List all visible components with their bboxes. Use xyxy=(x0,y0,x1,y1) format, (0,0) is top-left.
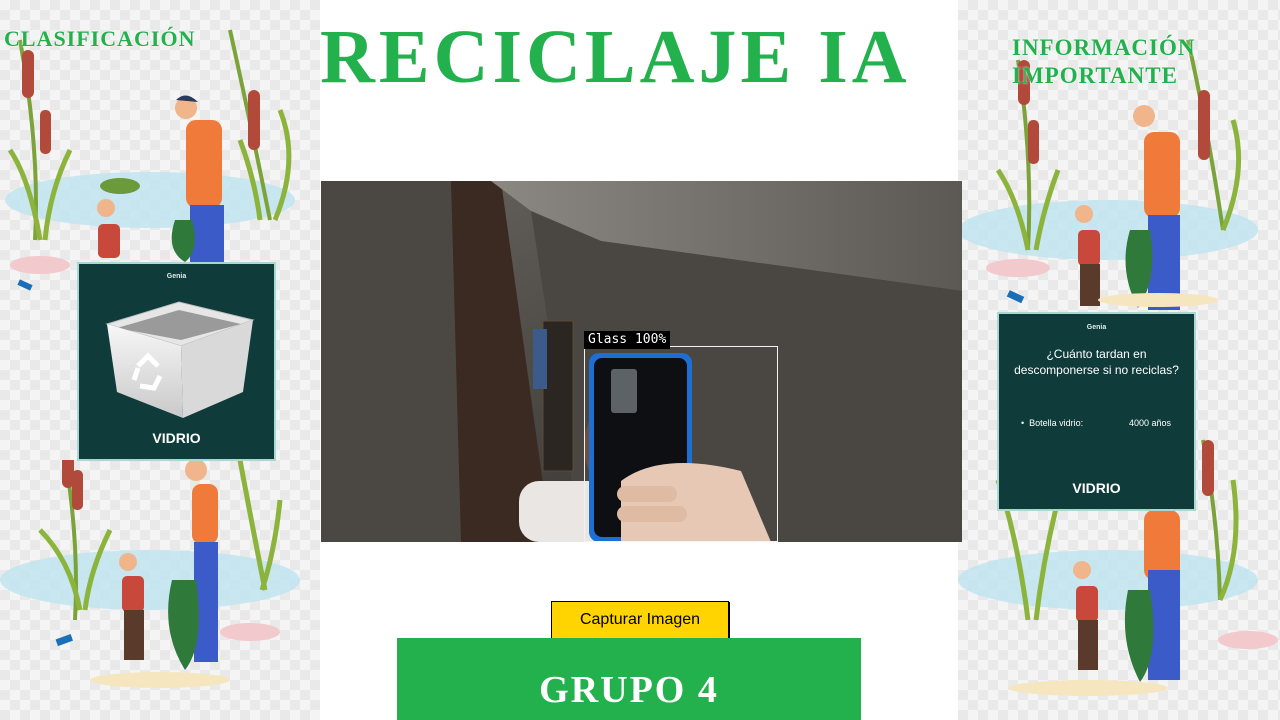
info-card: Genia ¿Cuánto tardan en descomponerse si… xyxy=(997,312,1196,511)
bottle-label: Botella vidrio: xyxy=(1029,418,1084,428)
group-label: GRUPO 4 xyxy=(539,669,719,711)
detection-label: Glass 100% xyxy=(584,331,671,349)
detection-class: Glass xyxy=(588,332,628,347)
group-banner: GRUPO 4 xyxy=(397,638,861,720)
important-info-heading: INFORMACIÓN IMPORTANTE xyxy=(1012,34,1196,90)
recycling-illustration-bottom xyxy=(0,460,300,688)
decomposition-question: ¿Cuánto tardan en descomponerse si no re… xyxy=(1014,347,1179,377)
classification-heading: CLASIFICACIÓN xyxy=(4,26,196,51)
detection-bounding-box xyxy=(584,346,778,542)
recycle-bin-icon xyxy=(105,301,255,418)
capture-image-button[interactable]: Capturar Imagen xyxy=(551,601,729,639)
brand-logo: Genia xyxy=(1086,324,1107,331)
detection-confidence: 100% xyxy=(634,332,667,347)
brand-logo: Genia xyxy=(166,273,187,280)
classification-card: Genia VIDRIO xyxy=(77,262,276,461)
important-info-heading-line1: INFORMACIÓN xyxy=(1012,35,1196,60)
important-info-heading-line2: IMPORTANTE xyxy=(1012,63,1178,88)
info-item-label: • Botella vidrio: xyxy=(1021,418,1084,428)
page-title: RECICLAJE IA xyxy=(320,15,911,99)
classification-label: VIDRIO xyxy=(152,430,201,446)
info-material-label: VIDRIO xyxy=(1072,480,1121,496)
decomposition-time: 4000 años xyxy=(1129,418,1172,428)
